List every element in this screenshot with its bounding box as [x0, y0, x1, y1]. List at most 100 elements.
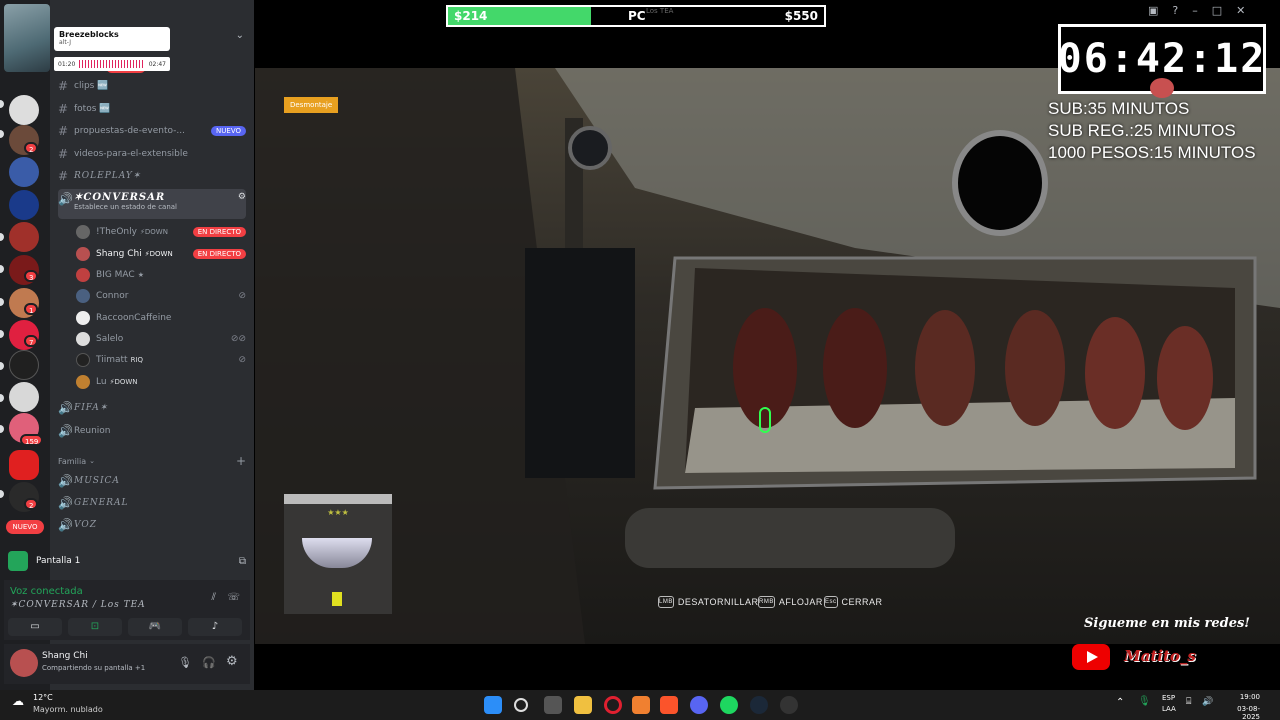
- voice-user[interactable]: Salelo ⊘⊘: [76, 329, 246, 349]
- obs-icon[interactable]: [780, 696, 798, 714]
- server-icon[interactable]: [9, 95, 39, 125]
- channel-reunion[interactable]: 🔊 Reunion: [58, 421, 246, 441]
- user-tag: ⚡DOWN: [139, 228, 168, 236]
- popout-icon[interactable]: ⧉: [239, 556, 246, 567]
- maximize-icon[interactable]: □: [1212, 4, 1222, 17]
- add-channel-icon[interactable]: +: [236, 454, 246, 468]
- voice-user[interactable]: Connor ⊘: [76, 286, 246, 306]
- channel-name: fotos 🆕: [74, 104, 111, 114]
- server-icon[interactable]: [9, 350, 39, 380]
- hint-label: DESATORNILLAR: [677, 597, 759, 607]
- muted-icon: ⊘: [238, 355, 246, 365]
- channel-fotos[interactable]: # fotos 🆕: [58, 99, 246, 119]
- unread-indicator: [0, 330, 4, 338]
- minimize-icon[interactable]: –: [1192, 4, 1198, 17]
- channel-propuestas[interactable]: # propuestas-de-evento-... NUEVO: [58, 121, 246, 141]
- channel-name: clips 🆕: [74, 81, 109, 91]
- start-icon[interactable]: [484, 696, 502, 714]
- microphone-icon[interactable]: 🎙: [1138, 696, 1151, 707]
- spotify-icon[interactable]: [720, 696, 738, 714]
- channel-fifa[interactable]: 🔊 FIFA✶: [58, 398, 246, 418]
- channel-clips[interactable]: # clips 🆕: [58, 76, 246, 96]
- escape-key-icon: Esc: [824, 596, 838, 608]
- noise-suppression-icon[interactable]: ⫽: [212, 592, 216, 603]
- user-name: Tiimatt: [96, 355, 128, 365]
- steam-icon[interactable]: [750, 696, 768, 714]
- network-icon[interactable]: ⌸: [1186, 697, 1191, 707]
- user-tag: ⚡DOWN: [144, 250, 173, 258]
- speaker-icon: 🔊: [58, 496, 73, 510]
- search-icon[interactable]: [514, 698, 528, 712]
- discord-icon[interactable]: [690, 696, 708, 714]
- server-icon[interactable]: [9, 450, 39, 480]
- channel-roleplay[interactable]: # ROLEPLAY✶: [58, 166, 246, 186]
- app-icon[interactable]: [632, 696, 650, 714]
- voice-user[interactable]: Lu ⚡DOWN: [76, 372, 246, 392]
- voice-user[interactable]: BIG MAC ★: [76, 265, 246, 285]
- social-handle: Matito_s: [1124, 647, 1196, 665]
- screen-share-row[interactable]: Pantalla 1 ⧉: [8, 549, 246, 573]
- inbox-icon[interactable]: ▣: [1148, 4, 1158, 17]
- play-icon: [1087, 651, 1098, 663]
- server-icon[interactable]: [9, 382, 39, 412]
- mascot-icon: [1150, 78, 1174, 98]
- hint-loosen: RMB AFLOJAR: [758, 596, 823, 608]
- part-card-header: [284, 494, 392, 504]
- channel-conversar-active[interactable]: 🔊 ✶CONVERSAR Establece un estado de cana…: [58, 189, 246, 219]
- server-icon[interactable]: [9, 190, 39, 220]
- unread-indicator: [0, 265, 4, 273]
- disconnect-icon[interactable]: ☏: [227, 592, 240, 603]
- keyboard-layout[interactable]: LAA: [1162, 705, 1176, 713]
- server-icon[interactable]: [9, 157, 39, 187]
- soundboard-button[interactable]: ♪: [188, 618, 242, 636]
- condition-icon: [332, 592, 342, 606]
- voice-user[interactable]: Shang Chi ⚡DOWN EN DIRECTO: [76, 244, 246, 264]
- voice-user[interactable]: RaccoonCaffeine: [76, 308, 246, 328]
- headphones-icon[interactable]: 🎧: [202, 656, 216, 669]
- language[interactable]: ESP: [1162, 694, 1175, 702]
- clock-time[interactable]: 19:00: [1220, 693, 1260, 701]
- gear-icon[interactable]: ⚙: [226, 654, 238, 669]
- track-title: Breezeblocks: [59, 30, 119, 39]
- opera-icon[interactable]: [604, 696, 622, 714]
- voice-user[interactable]: Tiimatt RIQ ⊘: [76, 350, 246, 370]
- brave-icon[interactable]: [660, 696, 678, 714]
- new-servers-badge[interactable]: NUEVO: [6, 520, 44, 534]
- channel-status: Establece un estado de canal: [74, 203, 178, 211]
- file-explorer-icon[interactable]: [574, 696, 592, 714]
- task-view-icon[interactable]: [544, 696, 562, 714]
- weather-icon[interactable]: ☁: [12, 694, 24, 708]
- chevron-down-icon[interactable]: ⌄: [236, 30, 244, 41]
- unread-indicator: [0, 130, 4, 138]
- speaker-icon: 🔊: [58, 192, 73, 206]
- gear-icon[interactable]: ⚙: [238, 192, 246, 202]
- help-icon[interactable]: ?: [1172, 4, 1178, 17]
- server-icon[interactable]: [9, 222, 39, 252]
- clock-date[interactable]: 03-08-2025: [1220, 705, 1260, 720]
- deafened-icon: ⊘⊘: [230, 334, 246, 344]
- mention-badge: 3: [24, 270, 39, 282]
- close-icon[interactable]: ✕: [1236, 4, 1245, 17]
- activity-button[interactable]: 🎮: [128, 618, 182, 636]
- microphone-icon[interactable]: 🎙: [178, 656, 192, 669]
- subathon-rules: SUB:35 MINUTOS SUB REG.:25 MINUTOS 1000 …: [1048, 98, 1256, 164]
- volume-icon[interactable]: 🔊: [1202, 697, 1213, 707]
- muted-icon: ⊘: [238, 291, 246, 301]
- channel-general[interactable]: 🔊 GENERAL: [58, 493, 246, 513]
- avatar: [76, 375, 90, 389]
- camera-off-button[interactable]: ▭: [8, 618, 62, 636]
- voice-location[interactable]: ✶CONVERSAR / Los TEA: [10, 600, 146, 610]
- avatar: [76, 332, 90, 346]
- channel-voz[interactable]: 🔊 VOZ: [58, 515, 246, 535]
- hint-close: Esc CERRAR: [824, 596, 883, 608]
- unread-indicator: [0, 233, 4, 241]
- share-screen-button[interactable]: ⊡: [68, 618, 122, 636]
- category-familia[interactable]: Familia ⌄ +: [58, 451, 246, 471]
- avatar: [76, 311, 90, 325]
- channel-videos[interactable]: # videos-para-el-extensible: [58, 144, 246, 164]
- channel-musica[interactable]: 🔊 MUSICA: [58, 471, 246, 491]
- channel-name: MUSICA: [74, 476, 120, 486]
- chevron-up-icon[interactable]: ⌃: [1116, 697, 1124, 708]
- avatar[interactable]: [10, 649, 38, 677]
- voice-user[interactable]: !TheOnly ⚡DOWN EN DIRECTO: [76, 222, 246, 242]
